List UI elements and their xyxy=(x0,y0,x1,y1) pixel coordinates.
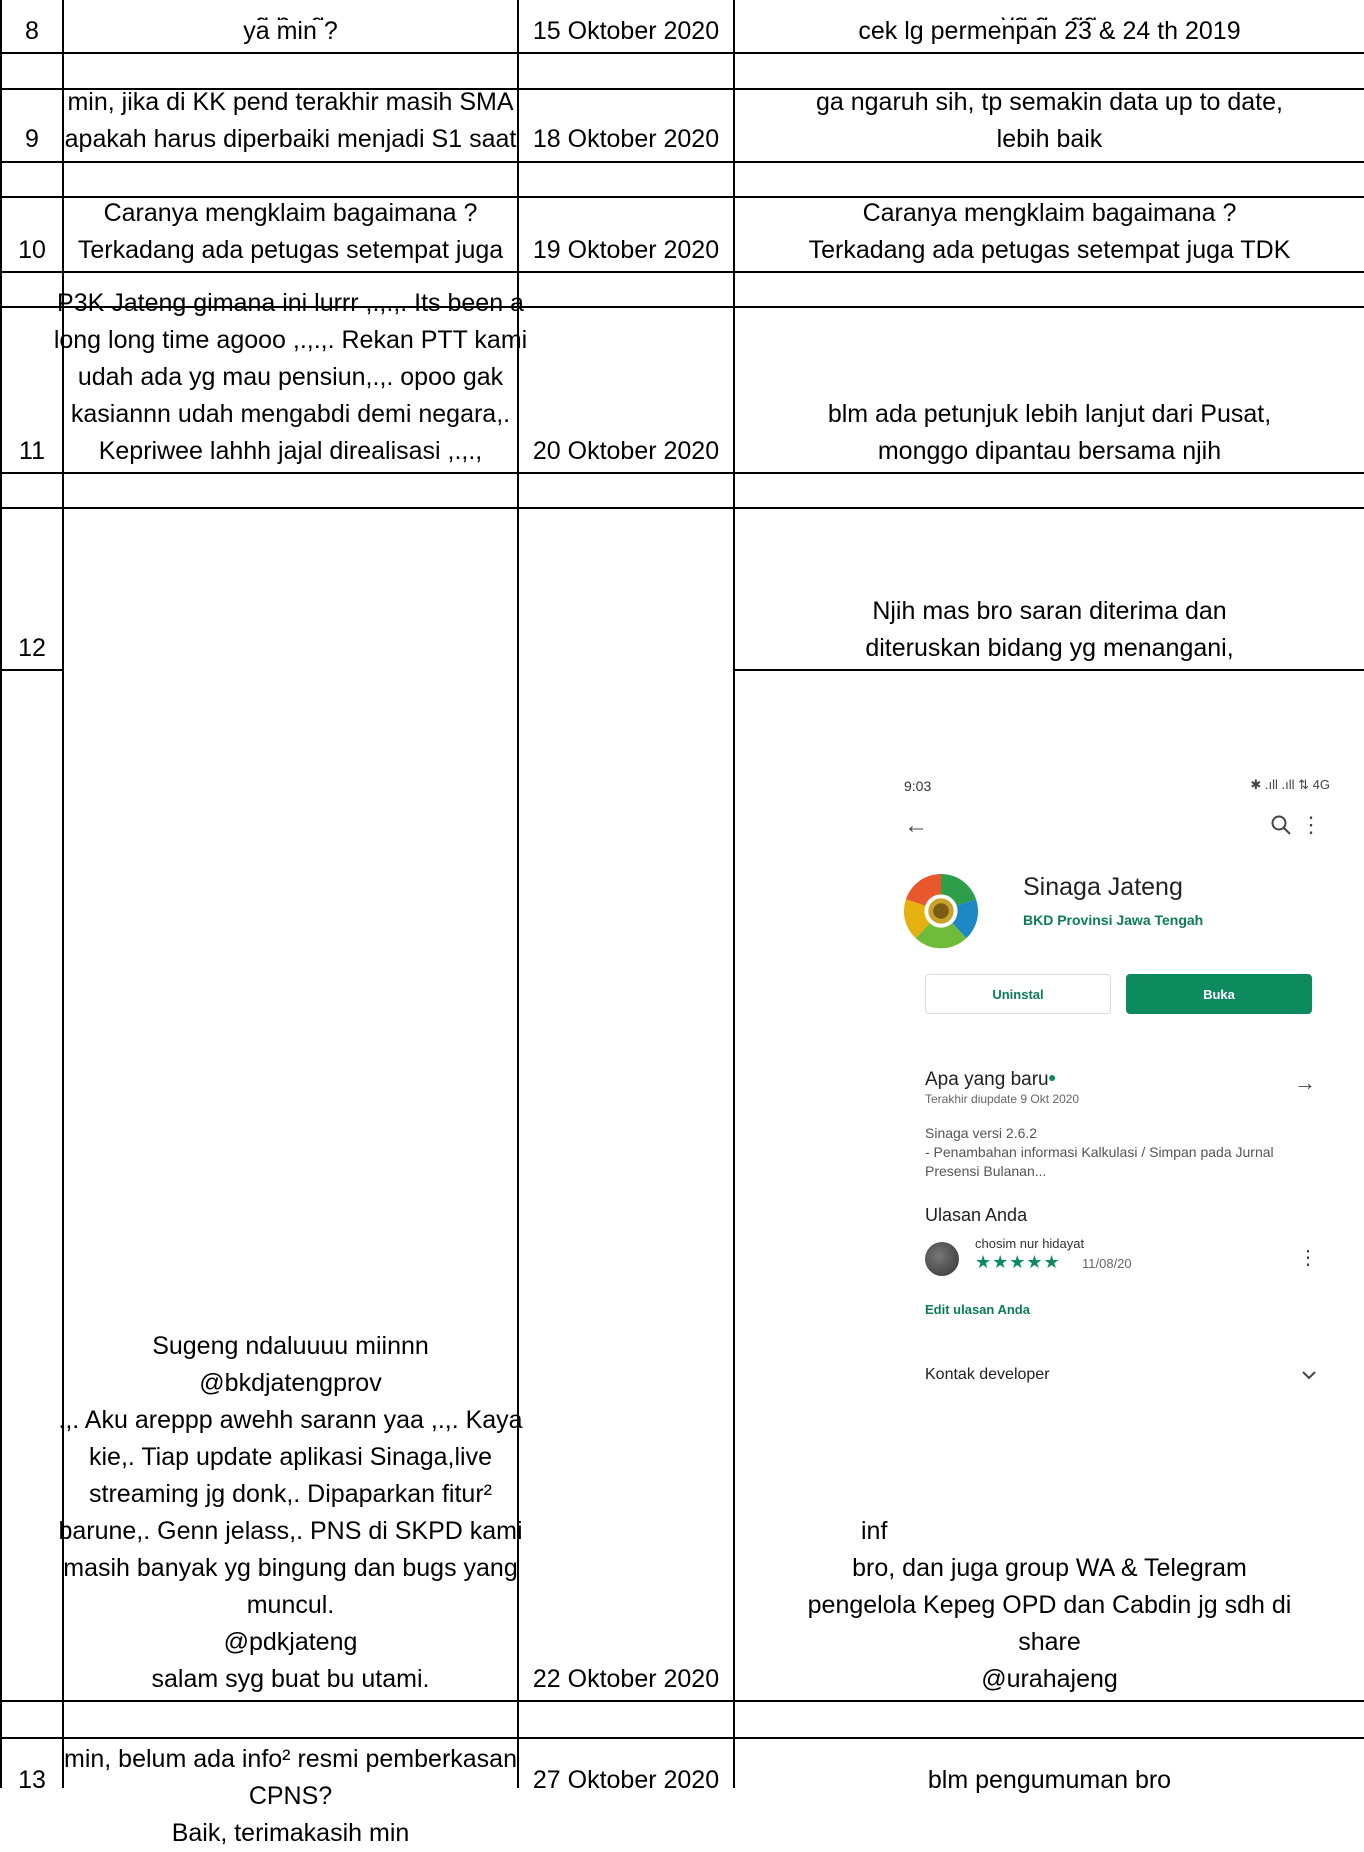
reviews-title: Ulasan Anda xyxy=(925,1205,1028,1225)
contact-developer[interactable]: Kontak developer xyxy=(925,1366,1050,1384)
grid-line xyxy=(0,472,1364,474)
row-number: 10 xyxy=(18,236,46,264)
rating-stars: ★★★★★ xyxy=(975,1252,1061,1272)
question-cell: min, belum ada info² resmi pemberkasan CP… xyxy=(64,1745,517,1847)
uninstall-button[interactable]: Uninstal xyxy=(925,974,1111,1014)
status-time: 9:03 xyxy=(904,778,932,794)
grid-line xyxy=(0,271,1364,273)
new-dot-icon: ● xyxy=(1048,1069,1057,1085)
chevron-down-icon[interactable] xyxy=(1300,1366,1318,1384)
date-cell: 22 Oktober 2020 xyxy=(532,1665,720,1693)
release-notes: Sinaga versi 2.6.2 - Penambahan informas… xyxy=(925,1125,1274,1179)
whats-new-title: Apa yang baru xyxy=(925,1069,1049,1090)
answer-cell: Caranya mengklaim bagaimana ? Terkadang a… xyxy=(808,199,1291,264)
answer-cell: Njih mas bro saran diterima dan diteruska… xyxy=(865,597,1234,662)
question-cell: ya min ? xyxy=(243,17,338,45)
grid-line xyxy=(0,161,1364,163)
last-updated: Terakhir diupdate 9 Okt 2020 xyxy=(925,1092,1080,1106)
date-cell: 27 Oktober 2020 xyxy=(532,1766,720,1794)
row-number: 8 xyxy=(25,17,39,45)
grid-line xyxy=(0,669,62,671)
more-vert-icon[interactable]: ⋮ xyxy=(1300,812,1322,838)
date-cell: 19 Oktober 2020 xyxy=(532,236,720,264)
search-icon[interactable] xyxy=(1270,814,1292,836)
date-cell: 20 Oktober 2020 xyxy=(532,437,720,465)
question-cell: Sugeng ndaluuuu miinnn @bkdjatengprov.,. … xyxy=(58,1332,523,1693)
app-logo-icon xyxy=(903,873,979,949)
answer-cell: blm ada petunjuk lebih lanjut dari Pusat… xyxy=(827,400,1272,465)
answer-cell: blm pengumuman bro xyxy=(927,1766,1172,1794)
row-number: 13 xyxy=(18,1766,46,1794)
answer-cell: ga ngaruh sih, tp semakin data up to dat… xyxy=(816,88,1283,153)
back-arrow-icon[interactable]: ← xyxy=(904,812,928,840)
question-cell: P3K Jateng gimana ini lurrr ,.,.,. Its b… xyxy=(53,289,528,465)
review-more-icon[interactable]: ⋮ xyxy=(1298,1245,1318,1270)
grid-line xyxy=(0,1700,1364,1702)
question-cell: min, jika di KK pend terakhir masih SMA a… xyxy=(64,88,517,153)
answer-cell: cek lg permenpan 23 & 24 th 2019 xyxy=(858,17,1241,45)
question-cell: Caranya mengklaim bagaimana ? Terkadang a… xyxy=(77,199,504,264)
open-button[interactable]: Buka xyxy=(1126,974,1312,1014)
date-cell: 15 Oktober 2020 xyxy=(532,17,720,45)
arrow-right-icon[interactable]: → xyxy=(1294,1070,1316,1096)
developer-link[interactable]: BKD Provinsi Jawa Tengah xyxy=(1023,912,1203,928)
play-store-screenshot: 9:03 ✱ .ıll .ıll ⇅ 4G ← ⋮ Sinaga Jateng … xyxy=(838,768,1362,1444)
row-number: 12 xyxy=(18,634,46,662)
edit-review-link[interactable]: Edit ulasan Anda xyxy=(925,1302,1030,1317)
grid-line xyxy=(733,669,1364,671)
app-title: Sinaga Jateng xyxy=(1023,873,1183,901)
answer-cell: inf bro, dan juga group WA & Telegram peng… xyxy=(807,1517,1292,1693)
grid-line xyxy=(0,52,1364,54)
status-icons: ✱ .ıll .ıll ⇅ 4G xyxy=(1250,777,1330,792)
row-number: 9 xyxy=(25,125,39,153)
reviewer-name: chosim nur hidayat xyxy=(975,1236,1085,1251)
avatar xyxy=(925,1242,959,1276)
review-date: 11/08/20 xyxy=(1082,1256,1132,1271)
date-cell: 18 Oktober 2020 xyxy=(532,125,720,153)
